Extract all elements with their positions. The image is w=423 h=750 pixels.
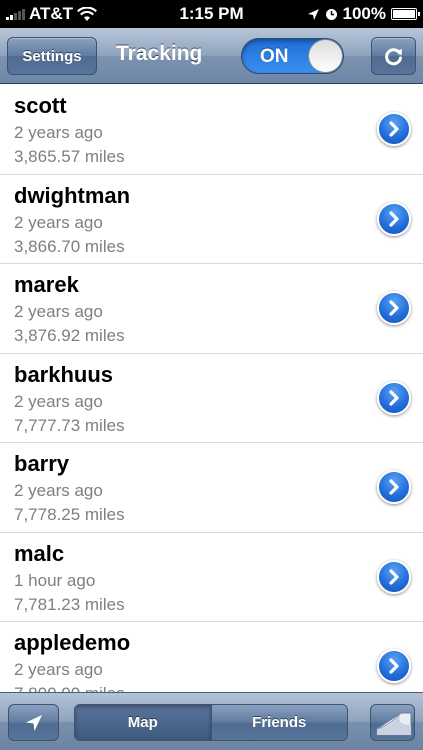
last-seen: 2 years ago xyxy=(14,481,103,500)
last-seen: 1 hour ago xyxy=(14,570,96,590)
chevron-right-icon xyxy=(389,121,399,137)
clock-icon xyxy=(325,8,337,20)
last-seen: 2 years ago xyxy=(14,212,103,232)
distance: 7,800.00 miles xyxy=(14,684,125,692)
carrier-label: AT&T xyxy=(29,4,74,23)
view-segmented-control: Map Friends xyxy=(74,704,348,741)
detail-disclosure-button[interactable] xyxy=(377,112,411,146)
list-item[interactable]: dwightman 2 years ago 3,866.70 miles xyxy=(0,175,423,264)
last-seen: 2 years ago xyxy=(14,123,103,142)
list-item[interactable]: barry 2 years ago 7,778.25 miles xyxy=(0,443,423,533)
friend-name: malc xyxy=(14,540,65,566)
battery-fill xyxy=(393,10,415,18)
list-item[interactable]: barkhuus 2 years ago 7,777.73 miles xyxy=(0,354,423,443)
status-left: AT&T xyxy=(6,4,156,24)
friend-list: scott 2 years ago 3,865.57 miles dwightman 2… xyxy=(0,85,423,692)
list-item[interactable]: marek 2 years ago 3,876.92 miles xyxy=(0,264,423,354)
refresh-icon xyxy=(384,48,402,66)
chevron-right-icon xyxy=(389,568,399,585)
list-item[interactable]: appledemo 2 years ago 7,800.00 miles xyxy=(0,622,423,692)
tracking-toggle[interactable]: ON xyxy=(241,38,344,74)
bottom-toolbar: Map Friends xyxy=(0,692,423,750)
page-curl-icon xyxy=(376,712,412,736)
status-right: 100% xyxy=(267,4,420,24)
distance: 7,777.73 miles xyxy=(14,415,125,435)
signal-icon xyxy=(6,8,25,20)
distance: 7,778.25 miles xyxy=(14,505,125,524)
page-title: Tracking xyxy=(116,42,203,65)
detail-disclosure-button[interactable] xyxy=(377,201,411,236)
detail-disclosure-button[interactable] xyxy=(377,380,411,415)
last-seen: 2 years ago xyxy=(14,302,103,321)
friend-name: barkhuus xyxy=(14,361,114,387)
wifi-icon xyxy=(77,6,98,21)
chevron-right-icon xyxy=(389,479,399,495)
friend-name: marek xyxy=(14,272,79,297)
toggle-knob[interactable] xyxy=(308,39,343,73)
battery-percent: 100% xyxy=(342,4,386,23)
list-item[interactable]: scott 2 years ago 3,865.57 miles xyxy=(0,85,423,175)
location-arrow-icon xyxy=(25,714,42,731)
friend-name: dwightman xyxy=(14,182,131,208)
friend-name: barry xyxy=(14,451,70,476)
list-item[interactable]: malc 1 hour ago 7,781.23 miles xyxy=(0,533,423,622)
settings-button[interactable]: Settings xyxy=(7,37,97,75)
page-curl-button[interactable] xyxy=(370,704,415,741)
status-time: 1:15 PM xyxy=(179,4,244,23)
navigation-bar: Settings Tracking ON xyxy=(0,28,423,84)
detail-disclosure-button[interactable] xyxy=(377,649,411,683)
locate-button[interactable] xyxy=(8,704,59,741)
distance: 3,865.57 miles xyxy=(14,147,125,166)
detail-disclosure-button[interactable] xyxy=(377,470,411,504)
battery-icon xyxy=(391,8,420,20)
chevron-right-icon xyxy=(389,300,399,316)
distance: 3,866.70 miles xyxy=(14,236,125,256)
distance: 7,781.23 miles xyxy=(14,594,125,614)
distance: 3,876.92 miles xyxy=(14,326,125,345)
detail-disclosure-button[interactable] xyxy=(377,559,411,594)
status-bar: AT&T 1:15 PM 100% xyxy=(0,0,423,28)
chevron-right-icon xyxy=(389,210,399,227)
detail-disclosure-button[interactable] xyxy=(377,291,411,325)
last-seen: 2 years ago xyxy=(14,391,103,411)
friend-name: appledemo xyxy=(14,630,131,655)
segment-friends[interactable]: Friends xyxy=(210,705,347,740)
chevron-right-icon xyxy=(389,658,399,674)
friend-name: scott xyxy=(14,93,67,118)
last-seen: 2 years ago xyxy=(14,660,103,679)
toggle-label: ON xyxy=(260,46,289,67)
refresh-button[interactable] xyxy=(371,37,416,75)
segment-map[interactable]: Map xyxy=(75,705,211,740)
location-arrow-icon xyxy=(307,8,319,20)
chevron-right-icon xyxy=(389,389,399,406)
